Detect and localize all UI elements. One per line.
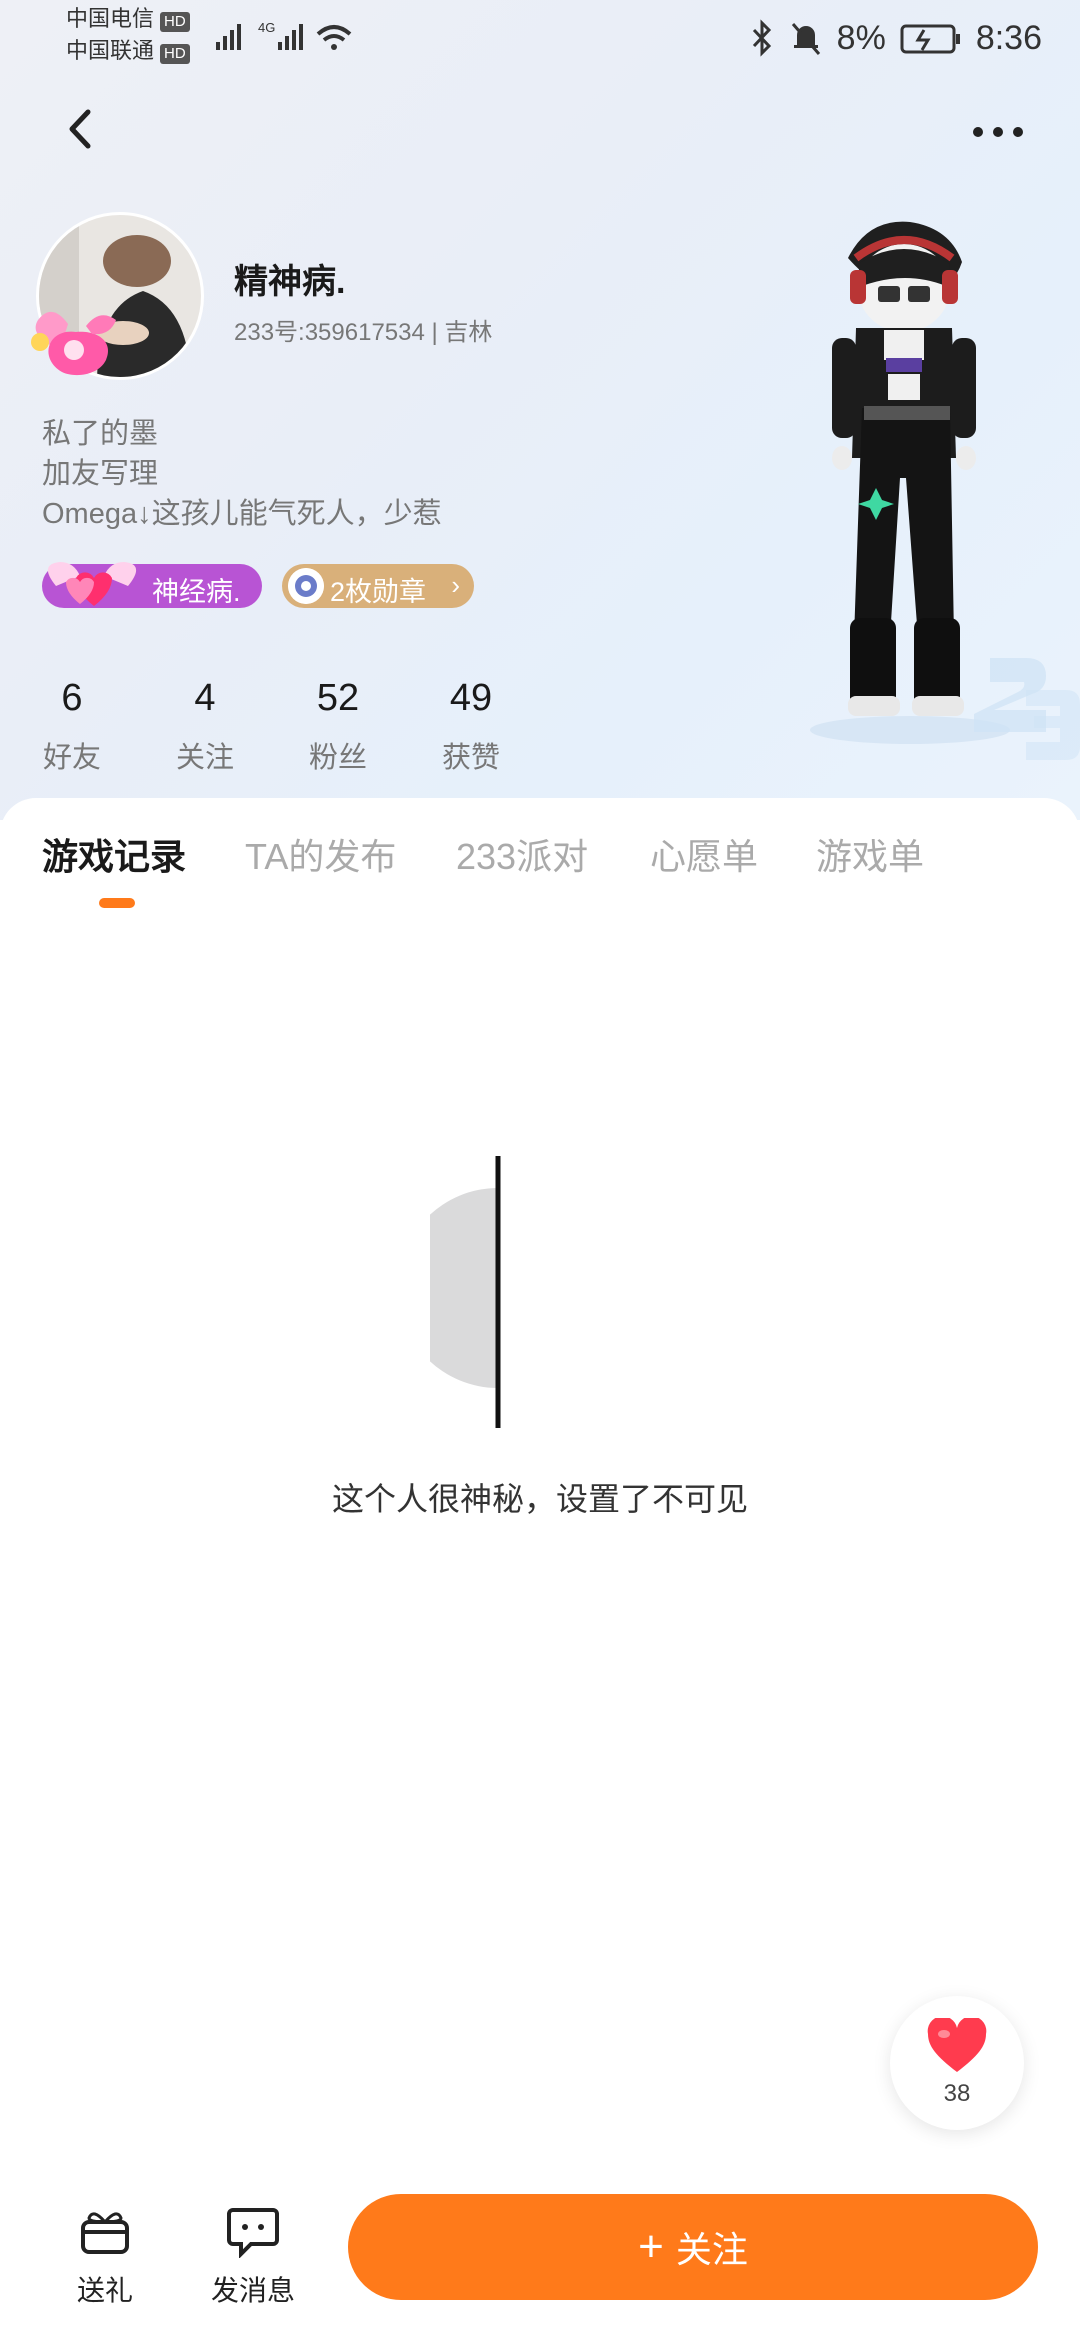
like-count: 38 (943, 2080, 971, 2107)
medal-icon (288, 568, 324, 604)
tab-233-party[interactable]: 233派对 (456, 828, 588, 880)
stat-fans[interactable]: 52 粉丝 (288, 674, 388, 776)
stat-fans-count: 52 (316, 677, 360, 719)
badges-tag-label: 2枚勋章 (330, 577, 427, 607)
stat-friends-label: 好友 (42, 742, 101, 774)
tab-wishlist[interactable]: 心愿单 (650, 828, 758, 880)
gift-button[interactable]: 送礼 (50, 2202, 160, 2309)
status-bar: 中国电信 HD 中国联通 HD 4G 8% 8:36 (0, 0, 1080, 80)
tab-posts[interactable]: TA的发布 (245, 828, 396, 880)
clock: 8:36 (975, 18, 1042, 57)
chevron-right-icon: › (451, 570, 460, 600)
svg-text:4G: 4G (258, 20, 275, 35)
status-right: 8% 8:36 (749, 14, 1042, 62)
bio-line: Omega↓这孩儿能气死人，少惹 (42, 498, 442, 530)
username: 精神病. (234, 263, 346, 301)
more-dots-icon[interactable] (968, 112, 1028, 152)
heart-icon (927, 2018, 987, 2072)
stat-likes-label: 获赞 (441, 742, 500, 774)
avatar-frame-decoration-icon (31, 311, 116, 376)
private-content-illustration (430, 1156, 501, 1428)
tab-game-records[interactable]: 游戏记录 (42, 828, 186, 880)
bio: 私了的墨 加友写理 Omega↓这孩儿能气死人，少惹 (42, 414, 442, 534)
profile-tabs: 游戏记录 TA的发布 233派对 心愿单 游戏单 (0, 828, 1080, 888)
winged-heart-icon (47, 562, 137, 606)
gift-icon (81, 2212, 129, 2254)
like-button[interactable]: 38 (890, 1996, 1024, 2130)
chat-bubble-icon (227, 2208, 279, 2259)
stat-friends-count: 6 (61, 677, 83, 719)
bio-line: 加友写理 (42, 458, 159, 490)
user-id-location: 233号:359617534 | 吉林 (234, 319, 493, 346)
title-tag[interactable]: 神经病. (42, 562, 262, 608)
stat-friends[interactable]: 6 好友 (22, 674, 122, 776)
message-button[interactable]: 发消息 (198, 2202, 308, 2309)
avatar[interactable] (31, 212, 208, 384)
signal-icon: 4G (216, 20, 352, 50)
follow-button[interactable]: + 关注 (348, 2194, 1038, 2300)
stat-likes-count: 49 (449, 677, 493, 719)
chevron-left-icon[interactable] (58, 104, 108, 154)
stat-likes[interactable]: 49 获赞 (421, 674, 521, 776)
title-tag-label: 神经病. (152, 577, 241, 607)
stat-fans-label: 粉丝 (308, 742, 367, 774)
tab-game-list[interactable]: 游戏单 (816, 828, 924, 880)
message-label: 发消息 (210, 2275, 295, 2306)
bio-line: 私了的墨 (42, 418, 159, 450)
stat-following[interactable]: 4 关注 (155, 674, 255, 776)
gift-label: 送礼 (76, 2275, 133, 2306)
bluetooth-icon (752, 19, 771, 57)
follow-label: 关注 (675, 2229, 748, 2270)
empty-state-message: 这个人很神秘，设置了不可见 (331, 1481, 748, 1517)
stat-following-label: 关注 (175, 742, 234, 774)
watermark-233-logo (974, 658, 1080, 760)
mute-bell-icon (791, 23, 820, 55)
battery-percent: 8% (836, 18, 886, 57)
battery-icon (900, 24, 960, 54)
badges-tag[interactable]: 2枚勋章 › (282, 564, 474, 608)
carrier-2: 中国联通 HD (66, 38, 190, 64)
carrier-1: 中国电信 HD (66, 6, 190, 32)
tab-active-indicator (99, 898, 135, 908)
stat-following-count: 4 (194, 677, 216, 719)
plus-icon: + (638, 2222, 664, 2271)
bottom-action-bar: 送礼 发消息 + 关注 (0, 2180, 1080, 2340)
